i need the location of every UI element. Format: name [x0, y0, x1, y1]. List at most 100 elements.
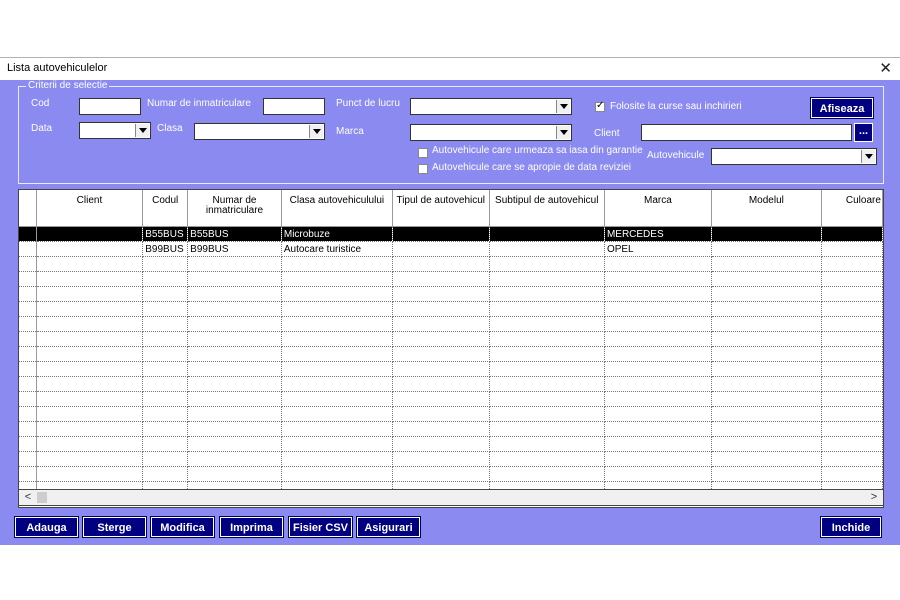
- table-cell[interactable]: [36, 301, 144, 317]
- table-cell[interactable]: [489, 421, 605, 437]
- table-cell[interactable]: [36, 436, 144, 452]
- table-cell[interactable]: [392, 466, 490, 482]
- table-cell[interactable]: [821, 301, 883, 317]
- table-cell[interactable]: [604, 361, 712, 377]
- table-cell[interactable]: [281, 301, 393, 317]
- table-cell[interactable]: [711, 226, 822, 242]
- table-cell[interactable]: [142, 271, 189, 287]
- table-cell[interactable]: [187, 316, 282, 332]
- table-row[interactable]: B55BUS B55BUS Microbuze MERCEDES: [19, 226, 883, 242]
- add-button[interactable]: Adauga: [14, 516, 79, 538]
- table-cell[interactable]: [142, 346, 189, 362]
- table-row[interactable]: [19, 376, 883, 392]
- scroll-left-icon[interactable]: <: [21, 491, 35, 504]
- close-icon[interactable]: ✕: [879, 59, 892, 77]
- table-cell[interactable]: [711, 451, 822, 467]
- table-cell[interactable]: [489, 256, 605, 272]
- table-cell[interactable]: [821, 256, 883, 272]
- table-cell[interactable]: [821, 331, 883, 347]
- table-cell[interactable]: [604, 286, 712, 302]
- table-row[interactable]: [19, 391, 883, 407]
- table-row[interactable]: [19, 316, 883, 332]
- table-cell[interactable]: [281, 286, 393, 302]
- table-cell[interactable]: [489, 436, 605, 452]
- table-cell[interactable]: [392, 271, 490, 287]
- table-cell[interactable]: [392, 376, 490, 392]
- table-cell[interactable]: [821, 421, 883, 437]
- table-cell[interactable]: [36, 256, 144, 272]
- table-cell[interactable]: [187, 361, 282, 377]
- table-cell[interactable]: [281, 436, 393, 452]
- row-indicator[interactable]: [19, 391, 37, 407]
- table-cell[interactable]: [187, 406, 282, 422]
- table-cell[interactable]: [711, 256, 822, 272]
- table-cell[interactable]: [711, 271, 822, 287]
- table-cell[interactable]: [604, 271, 712, 287]
- table-cell[interactable]: [489, 361, 605, 377]
- table-cell[interactable]: [489, 316, 605, 332]
- table-row[interactable]: [19, 301, 883, 317]
- table-cell[interactable]: [489, 301, 605, 317]
- insurance-button[interactable]: Asigurari: [356, 516, 421, 538]
- row-indicator[interactable]: [19, 301, 37, 317]
- table-cell[interactable]: [36, 286, 144, 302]
- row-indicator[interactable]: [19, 376, 37, 392]
- date-select[interactable]: [79, 122, 151, 139]
- table-cell[interactable]: [821, 226, 883, 242]
- table-cell[interactable]: [711, 391, 822, 407]
- table-cell[interactable]: [281, 376, 393, 392]
- column-header[interactable]: Tipul de autovehicul: [392, 190, 490, 227]
- table-cell[interactable]: [821, 271, 883, 287]
- table-cell[interactable]: [711, 316, 822, 332]
- table-cell[interactable]: [36, 241, 144, 257]
- used-for-trips-checkbox[interactable]: [595, 100, 605, 112]
- table-cell[interactable]: B99BUS: [142, 241, 189, 257]
- column-header[interactable]: Culoare: [821, 190, 883, 227]
- chevron-down-icon[interactable]: [556, 126, 570, 139]
- table-cell[interactable]: [821, 406, 883, 422]
- column-header[interactable]: Codul: [142, 190, 189, 227]
- table-cell[interactable]: [821, 286, 883, 302]
- close-button[interactable]: Inchide: [820, 516, 882, 538]
- table-cell[interactable]: OPEL: [604, 241, 712, 257]
- table-cell[interactable]: [821, 361, 883, 377]
- table-cell[interactable]: [489, 286, 605, 302]
- table-cell[interactable]: [281, 331, 393, 347]
- table-cell[interactable]: [604, 301, 712, 317]
- table-cell[interactable]: [489, 466, 605, 482]
- table-cell[interactable]: [142, 466, 189, 482]
- table-cell[interactable]: [36, 451, 144, 467]
- table-cell[interactable]: [142, 331, 189, 347]
- chevron-down-icon[interactable]: [556, 100, 570, 113]
- column-header[interactable]: Numar de inmatriculare: [187, 190, 282, 227]
- warranty-expiring-checkbox[interactable]: [418, 148, 428, 158]
- table-cell[interactable]: [489, 391, 605, 407]
- table-cell[interactable]: [392, 316, 490, 332]
- table-cell[interactable]: [821, 436, 883, 452]
- table-cell[interactable]: [142, 301, 189, 317]
- column-header[interactable]: Subtipul de autovehicul: [489, 190, 605, 227]
- table-cell[interactable]: [187, 286, 282, 302]
- table-cell[interactable]: [36, 271, 144, 287]
- table-cell[interactable]: [604, 406, 712, 422]
- workplace-select[interactable]: [410, 98, 572, 115]
- row-indicator[interactable]: [19, 271, 37, 287]
- table-cell[interactable]: [281, 256, 393, 272]
- table-cell[interactable]: [489, 376, 605, 392]
- table-cell[interactable]: [142, 406, 189, 422]
- table-cell[interactable]: [187, 376, 282, 392]
- table-cell[interactable]: [392, 226, 490, 242]
- table-cell[interactable]: [604, 316, 712, 332]
- row-indicator[interactable]: [19, 421, 37, 437]
- table-cell[interactable]: [392, 331, 490, 347]
- vehicles-select[interactable]: [711, 148, 877, 165]
- table-cell[interactable]: Autocare turistice: [281, 241, 393, 257]
- table-row[interactable]: B99BUS B99BUS Autocare turistice OPEL: [19, 241, 883, 257]
- table-cell[interactable]: [187, 271, 282, 287]
- table-cell[interactable]: B55BUS: [142, 226, 189, 242]
- column-header[interactable]: Client: [36, 190, 144, 227]
- table-cell[interactable]: [36, 226, 144, 242]
- table-cell[interactable]: [187, 421, 282, 437]
- table-cell[interactable]: [281, 466, 393, 482]
- client-input[interactable]: [641, 124, 852, 141]
